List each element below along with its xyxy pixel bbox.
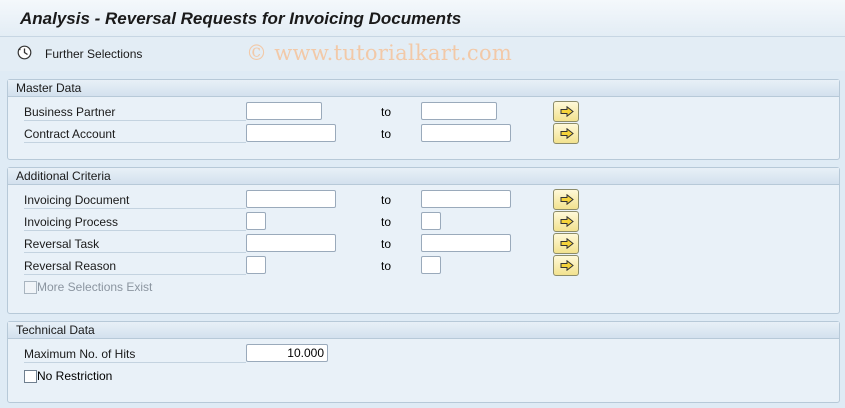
reversal-reason-row: Reversal Reason to [8,255,839,276]
arrow-right-icon [560,128,574,139]
reversal-task-label: Reversal Task [24,236,246,253]
invoicing-document-row: Invoicing Document to [8,189,839,210]
contract-account-from-input[interactable] [246,124,336,142]
max-hits-row: Maximum No. of Hits [8,344,839,364]
to-label: to [381,237,392,251]
technical-data-group: Technical Data Maximum No. of Hits No Re… [7,321,840,403]
more-selections-label: More Selections Exist [37,280,153,294]
invoicing-process-label: Invoicing Process [24,214,246,231]
reversal-task-multiple-selection-button[interactable] [553,233,579,254]
arrow-right-icon [560,106,574,117]
to-label: to [381,105,392,119]
invoicing-document-to-input[interactable] [421,190,511,208]
invoicing-document-label: Invoicing Document [24,192,246,209]
page-title: Analysis - Reversal Requests for Invoici… [20,9,462,28]
max-hits-label: Maximum No. of Hits [24,346,246,363]
reversal-task-row: Reversal Task to [8,233,839,254]
contract-account-label: Contract Account [24,126,246,143]
to-label: to [381,193,392,207]
no-restriction-label: No Restriction [37,369,113,383]
master-data-title: Master Data [8,80,839,97]
contract-account-row: Contract Account to [8,123,839,144]
invoicing-document-multiple-selection-button[interactable] [553,189,579,210]
invoicing-document-from-input[interactable] [246,190,336,208]
contract-account-multiple-selection-button[interactable] [553,123,579,144]
clock-icon[interactable] [17,45,32,60]
to-label: to [381,259,392,273]
additional-criteria-title: Additional Criteria [8,168,839,185]
further-selections-button[interactable]: Further Selections [45,47,142,61]
business-partner-to-input[interactable] [421,102,497,120]
arrow-right-icon [560,194,574,205]
invoicing-process-to-input[interactable] [421,212,441,230]
watermark: © www.tutorialkart.com [246,41,513,65]
arrow-right-icon [560,260,574,271]
to-label: to [381,127,392,141]
invoicing-process-row: Invoicing Process to [8,211,839,232]
no-restriction-checkbox[interactable] [24,370,37,383]
invoicing-process-from-input[interactable] [246,212,266,230]
more-selections-checkbox [24,281,37,294]
reversal-task-to-input[interactable] [421,234,511,252]
technical-data-title: Technical Data [8,322,839,339]
invoicing-process-multiple-selection-button[interactable] [553,211,579,232]
no-restriction-row: No Restriction [8,368,839,388]
reversal-reason-label: Reversal Reason [24,258,246,275]
master-data-group: Master Data Business Partner to Contract… [7,79,840,160]
contract-account-to-input[interactable] [421,124,511,142]
business-partner-from-input[interactable] [246,102,322,120]
arrow-right-icon [560,216,574,227]
business-partner-row: Business Partner to [8,101,839,122]
title-bar: Analysis - Reversal Requests for Invoici… [0,0,845,37]
more-selections-row: More Selections Exist [8,279,839,299]
reversal-task-from-input[interactable] [246,234,336,252]
max-hits-input[interactable] [246,344,328,362]
reversal-reason-to-input[interactable] [421,256,441,274]
additional-criteria-group: Additional Criteria Invoicing Document t… [7,167,840,314]
business-partner-label: Business Partner [24,104,246,121]
reversal-reason-from-input[interactable] [246,256,266,274]
reversal-reason-multiple-selection-button[interactable] [553,255,579,276]
arrow-right-icon [560,238,574,249]
business-partner-multiple-selection-button[interactable] [553,101,579,122]
to-label: to [381,215,392,229]
